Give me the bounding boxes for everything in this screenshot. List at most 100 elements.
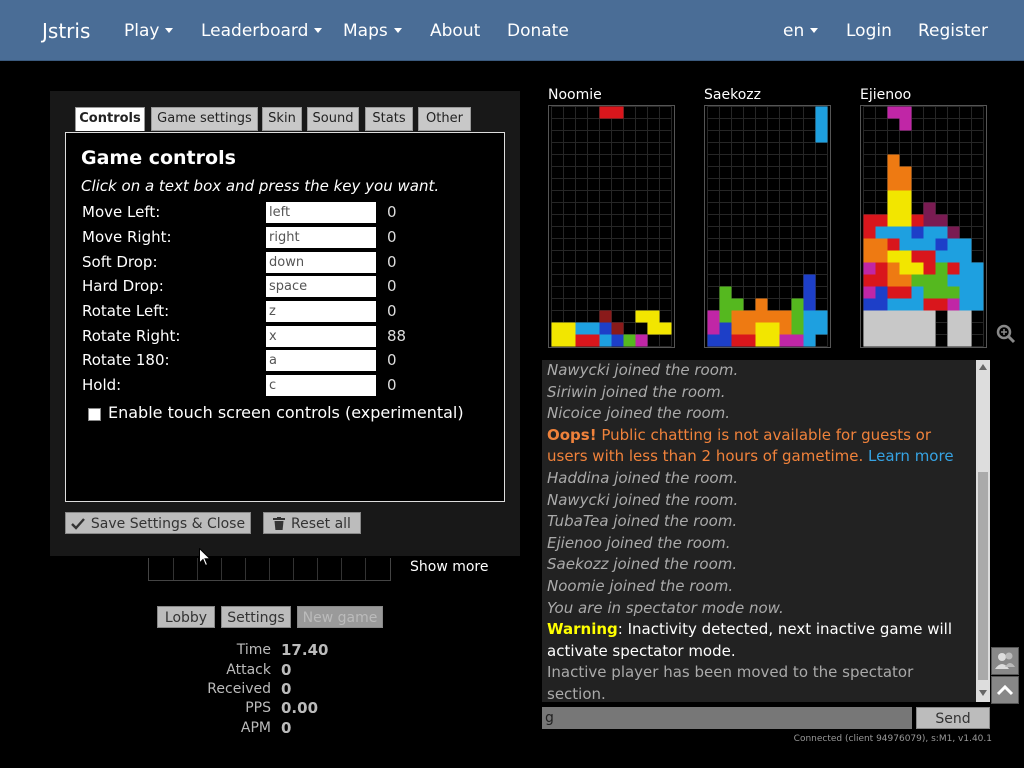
brand-logo[interactable]: Jstris bbox=[42, 0, 90, 60]
caret-down-icon bbox=[165, 28, 174, 33]
check-icon bbox=[71, 518, 85, 530]
nav-maps-label: Maps bbox=[343, 21, 388, 41]
chat-line: You are in spectator mode now. bbox=[547, 598, 784, 617]
chat-warning-label: Warning bbox=[547, 620, 618, 639]
control-label: Move Right: bbox=[82, 228, 172, 246]
new-game-button[interactable]: New game bbox=[297, 606, 383, 628]
stat-attack-label: Attack bbox=[226, 662, 271, 678]
control-value: 0 bbox=[387, 351, 397, 369]
control-label: Rotate Left: bbox=[82, 302, 170, 320]
navbar: Jstris Play Leaderboard Maps About Donat… bbox=[0, 0, 1024, 61]
stat-apm-label: APM bbox=[240, 720, 271, 736]
chat-line: TubaTea joined the room. bbox=[547, 512, 738, 531]
tab-stats[interactable]: Stats bbox=[365, 107, 413, 131]
control-key-input[interactable]: x bbox=[266, 326, 376, 347]
nav-play[interactable]: Play bbox=[124, 0, 174, 60]
stat-pps-value: 0.00 bbox=[281, 699, 319, 717]
opponent-board[interactable] bbox=[548, 105, 675, 348]
hold-queue-strip bbox=[148, 558, 391, 581]
tab-game-settings[interactable]: Game settings bbox=[151, 107, 258, 131]
settings-dialog: Controls Game settings Skin Sound Stats … bbox=[50, 91, 520, 556]
stat-received-label: Received bbox=[207, 681, 271, 697]
control-key-input[interactable]: c bbox=[266, 375, 376, 396]
player-name: Ejienoo bbox=[860, 87, 912, 103]
control-label: Rotate Right: bbox=[82, 327, 181, 345]
caret-down-icon bbox=[810, 28, 819, 33]
control-key-input[interactable]: down bbox=[266, 252, 376, 273]
settings-button[interactable]: Settings bbox=[221, 606, 291, 628]
tab-controls[interactable]: Controls bbox=[75, 107, 145, 131]
scroll-up-icon[interactable] bbox=[979, 364, 987, 370]
tab-skin[interactable]: Skin bbox=[262, 107, 302, 131]
chat-line: Inactive player has been moved to the sp… bbox=[547, 663, 914, 702]
learn-more-link[interactable]: Learn more bbox=[868, 447, 954, 465]
nav-maps[interactable]: Maps bbox=[343, 0, 402, 60]
stat-received-value: 0 bbox=[281, 680, 292, 698]
reset-all-button[interactable]: Reset all bbox=[263, 512, 361, 534]
caret-down-icon bbox=[314, 28, 323, 33]
chat-line: Nicoice joined the room. bbox=[547, 404, 731, 423]
panel-title: Game controls bbox=[81, 147, 236, 169]
control-key-input[interactable]: right bbox=[266, 227, 376, 248]
opponent-board[interactable] bbox=[704, 105, 831, 348]
nav-donate[interactable]: Donate bbox=[507, 0, 569, 60]
tab-other[interactable]: Other bbox=[418, 107, 471, 131]
chevron-up-icon bbox=[996, 684, 1014, 696]
save-settings-button[interactable]: Save Settings & Close bbox=[65, 512, 251, 534]
stat-attack-value: 0 bbox=[281, 661, 292, 679]
nav-leaderboard[interactable]: Leaderboard bbox=[201, 0, 323, 60]
opponent-board[interactable] bbox=[860, 105, 987, 348]
players-list-button[interactable] bbox=[991, 647, 1019, 675]
control-label: Move Left: bbox=[82, 203, 161, 221]
control-value: 0 bbox=[387, 228, 397, 246]
zoom-icon[interactable] bbox=[996, 324, 1016, 344]
chat-line: Haddina joined the room. bbox=[547, 468, 738, 487]
nav-register[interactable]: Register bbox=[918, 0, 988, 60]
controls-panel: Game controls Click on a text box and pr… bbox=[65, 132, 505, 502]
stat-pps-label: PPS bbox=[245, 700, 271, 716]
touch-controls-checkbox[interactable] bbox=[88, 408, 101, 421]
nav-language-label: en bbox=[783, 21, 805, 41]
control-key-input[interactable]: left bbox=[266, 202, 376, 223]
lobby-button[interactable]: Lobby bbox=[157, 606, 215, 628]
scroll-top-button[interactable] bbox=[991, 676, 1019, 704]
chat-line: Noomie joined the room. bbox=[547, 576, 734, 595]
scroll-down-icon[interactable] bbox=[979, 690, 987, 696]
save-settings-label: Save Settings & Close bbox=[90, 516, 246, 532]
nav-language[interactable]: en bbox=[783, 0, 819, 60]
stat-time-label: Time bbox=[236, 642, 271, 658]
chat-line: Saekozz joined the room. bbox=[547, 555, 738, 574]
control-value: 0 bbox=[387, 253, 397, 271]
nav-about[interactable]: About bbox=[430, 0, 480, 60]
control-value: 0 bbox=[387, 376, 397, 394]
player-name: Noomie bbox=[548, 87, 602, 103]
send-button[interactable]: Send bbox=[916, 707, 990, 729]
chat-input[interactable]: g bbox=[542, 707, 912, 729]
users-icon bbox=[995, 652, 1015, 669]
chat-scrollbar-thumb[interactable] bbox=[978, 472, 988, 680]
chat-line: Ejienoo joined the room. bbox=[547, 533, 731, 552]
touch-controls-label[interactable]: Enable touch screen controls (experiment… bbox=[108, 403, 464, 422]
caret-down-icon bbox=[393, 28, 402, 33]
reset-all-label: Reset all bbox=[291, 516, 351, 532]
tab-sound[interactable]: Sound bbox=[307, 107, 359, 131]
control-value: 0 bbox=[387, 277, 397, 295]
nav-login[interactable]: Login bbox=[846, 0, 892, 60]
chat-line: Warning: Inactivity detected, next inact… bbox=[542, 619, 976, 662]
chat-log: Nawycki joined the room. Siriwin joined t… bbox=[542, 360, 976, 702]
panel-hint: Click on a text box and press the key yo… bbox=[81, 177, 440, 195]
chat-oops-label: Oops! bbox=[547, 425, 597, 444]
show-more-link[interactable]: Show more bbox=[410, 559, 489, 575]
mouse-cursor-icon bbox=[199, 548, 211, 567]
chat-line: Nawycki joined the room. bbox=[547, 361, 739, 379]
control-value: 0 bbox=[387, 203, 397, 221]
chat-scrollbar[interactable] bbox=[976, 360, 990, 702]
chat-line: Siriwin joined the room. bbox=[547, 382, 726, 401]
control-key-input[interactable]: space bbox=[266, 276, 376, 297]
control-value: 0 bbox=[387, 302, 397, 320]
connection-status: Connected (client 94976079), s:M1, v1.40… bbox=[793, 734, 992, 744]
player-name: Saekozz bbox=[704, 87, 761, 103]
control-key-input[interactable]: a bbox=[266, 350, 376, 371]
chat-line: Nawycki joined the room. bbox=[547, 490, 739, 509]
control-key-input[interactable]: z bbox=[266, 301, 376, 322]
